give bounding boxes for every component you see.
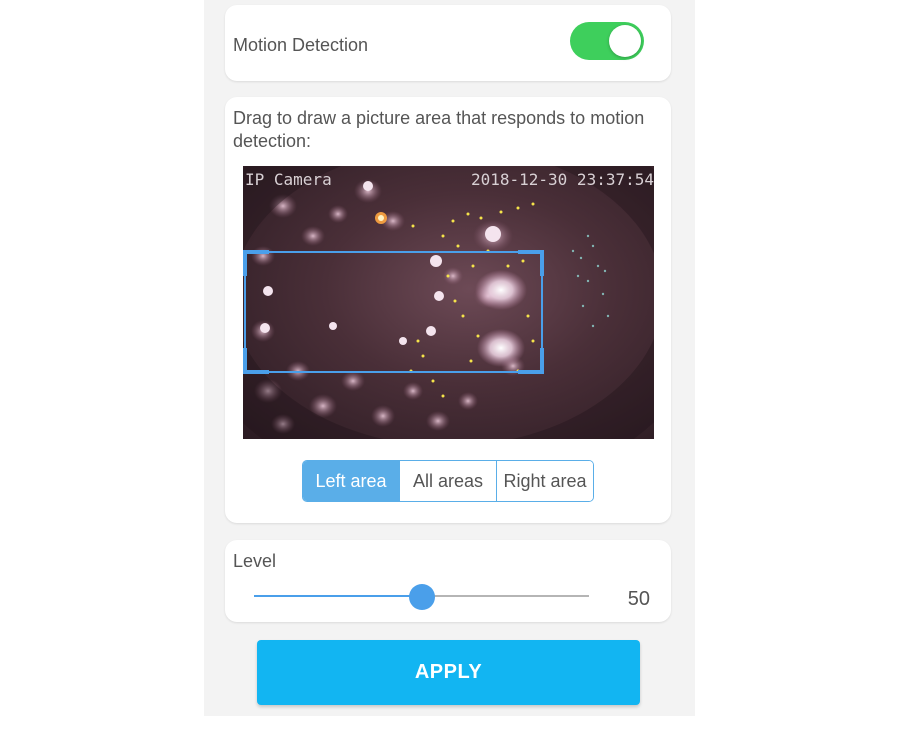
motion-detection-toggle[interactable]	[570, 22, 644, 60]
selection-handle-bottom-left[interactable]	[243, 348, 269, 374]
level-value: 50	[627, 588, 650, 610]
camera-preview[interactable]: IP Camera 2018-12-30 23:37:54	[243, 166, 654, 439]
slider-thumb[interactable]	[408, 584, 435, 610]
motion-detection-card: Motion Detection	[225, 5, 671, 81]
selection-handle-bottom-right[interactable]	[518, 348, 544, 374]
slider-fill	[254, 595, 422, 597]
level-slider[interactable]	[254, 584, 589, 610]
selection-area-box[interactable]	[243, 250, 544, 374]
area-segmented-control: Left area All areas Right area	[302, 460, 594, 502]
left-area-button[interactable]: Left area	[303, 461, 399, 501]
toggle-knob	[609, 25, 641, 57]
level-label: Level	[233, 551, 277, 571]
right-area-button[interactable]: Right area	[496, 461, 593, 501]
selection-handle-top-left[interactable]	[243, 250, 269, 276]
motion-detection-label: Motion Detection	[233, 35, 369, 55]
apply-button[interactable]: APPLY	[257, 640, 640, 705]
area-instruction: Drag to draw a picture area that respond…	[233, 108, 645, 151]
settings-panel: Motion Detection Drag to draw a picture …	[204, 0, 695, 716]
all-areas-button[interactable]: All areas	[399, 461, 496, 501]
detection-area-card: Drag to draw a picture area that respond…	[225, 97, 671, 523]
camera-name-overlay: IP Camera	[245, 170, 332, 189]
selection-handle-top-right[interactable]	[518, 250, 544, 276]
camera-timestamp-overlay: 2018-12-30 23:37:54	[470, 170, 654, 189]
level-card: Level 50	[225, 540, 671, 622]
